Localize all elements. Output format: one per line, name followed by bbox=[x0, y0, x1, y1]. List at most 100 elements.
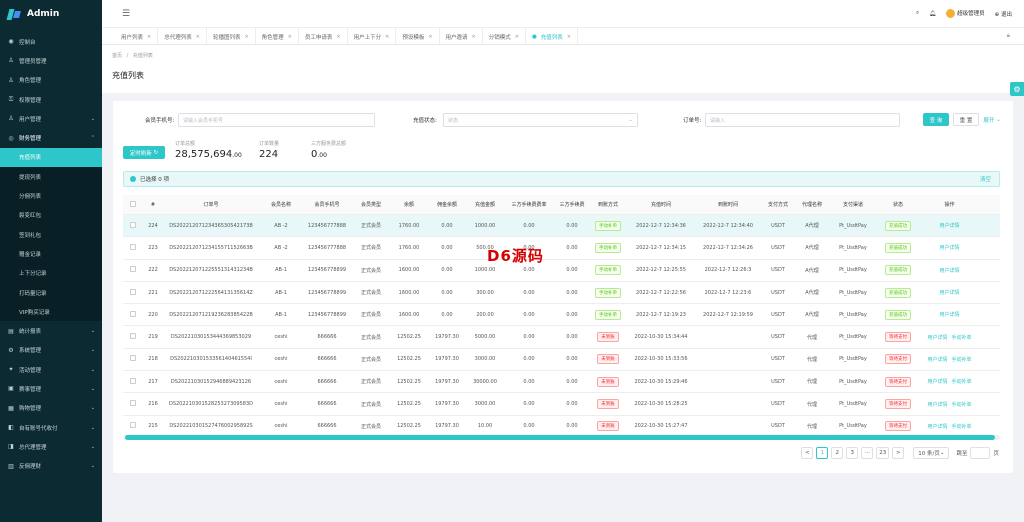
tab-6[interactable]: 预设模板 × bbox=[396, 28, 440, 45]
page-button[interactable]: 1 bbox=[816, 447, 829, 459]
phone-input[interactable]: 请输入会员手机号 bbox=[178, 113, 375, 127]
user-detail-link[interactable]: 用户详情 bbox=[927, 379, 947, 385]
close-icon[interactable]: × bbox=[567, 34, 571, 40]
breadcrumb-home[interactable]: 首页 bbox=[112, 53, 122, 59]
select-all-checkbox[interactable] bbox=[130, 200, 136, 207]
column-header[interactable] bbox=[123, 200, 143, 209]
settings-gear-icon[interactable]: ⚙ bbox=[1010, 82, 1024, 96]
sidebar-item[interactable]: 打码量记录 bbox=[0, 282, 102, 303]
page-button[interactable]: ··· bbox=[861, 447, 874, 459]
order-input[interactable]: 请输入 bbox=[705, 113, 900, 127]
user-detail-link[interactable]: 用户详情 bbox=[927, 357, 947, 363]
sidebar-item[interactable]: ◧ 自有账号代收付 ⌄ bbox=[0, 418, 102, 437]
sidebar-item[interactable]: ▥ 反佣理财 ⌄ bbox=[0, 457, 102, 476]
table-row[interactable]: 224 DS20221207123436530542173B AB -2 123456… bbox=[123, 215, 1000, 238]
user-detail-link[interactable]: 用户详情 bbox=[939, 312, 959, 318]
row-checkbox[interactable] bbox=[130, 288, 136, 295]
close-icon[interactable]: × bbox=[385, 34, 389, 40]
user-detail-link[interactable]: 用户详情 bbox=[939, 268, 959, 274]
close-icon[interactable]: × bbox=[244, 34, 248, 40]
row-checkbox[interactable] bbox=[130, 422, 136, 429]
sidebar-item[interactable]: ♙ 角色管理 bbox=[0, 71, 102, 90]
next-page-button[interactable]: > bbox=[892, 447, 905, 459]
user-detail-link[interactable]: 用户详情 bbox=[927, 335, 947, 341]
sidebar-item[interactable]: ◉ 控制台 bbox=[0, 32, 102, 51]
close-icon[interactable]: × bbox=[288, 34, 292, 40]
tab-0[interactable]: 用户列表 × bbox=[115, 28, 159, 45]
table-row[interactable]: 219 DS20221030153444369853029 ceshi 666666 正… bbox=[123, 326, 1000, 349]
table-row[interactable]: 218 DS20221030153356140461554I ceshi 666666… bbox=[123, 349, 1000, 372]
tab-8[interactable]: 分销模式 × bbox=[483, 28, 526, 45]
sidebar-item[interactable]: ♙ 用户管理 ⌄ bbox=[0, 109, 102, 128]
tab-5[interactable]: 用户上下分 × bbox=[348, 28, 397, 45]
row-checkbox[interactable] bbox=[130, 333, 136, 340]
sidebar-item[interactable]: ▣ 赛事管理 ⌄ bbox=[0, 379, 102, 398]
table-row[interactable]: 223 DS20221207123415571152663B AB -2 123456… bbox=[123, 237, 1000, 260]
page-button[interactable]: 23 bbox=[876, 447, 890, 459]
row-checkbox[interactable] bbox=[130, 221, 136, 228]
row-checkbox[interactable] bbox=[130, 243, 136, 250]
sidebar-item[interactable]: ⚙ 系统管理 ⌄ bbox=[0, 341, 102, 360]
jump-input[interactable] bbox=[970, 447, 991, 459]
sidebar-item[interactable]: 裂变红包 bbox=[0, 205, 102, 225]
sidebar-item[interactable]: ▤ 统计报表 ⌄ bbox=[0, 321, 102, 340]
sidebar-item[interactable]: ✦ 活动管理 ⌄ bbox=[0, 360, 102, 379]
page-size-select[interactable]: 10 条/页 ⌄ bbox=[913, 447, 950, 459]
manual-fix-link[interactable]: 手动补单 bbox=[952, 335, 972, 341]
user-menu[interactable]: 超级管理员 bbox=[946, 9, 985, 18]
sidebar-item[interactable]: 赠金记录 bbox=[0, 244, 102, 264]
prev-page-button[interactable]: < bbox=[801, 447, 814, 459]
lock-icon[interactable]: 🔒︎ bbox=[1007, 32, 1010, 40]
search-icon[interactable]: ⌕ bbox=[916, 10, 919, 17]
close-icon[interactable]: × bbox=[336, 34, 340, 40]
close-icon[interactable]: × bbox=[472, 34, 476, 40]
tab-2[interactable]: 轮播图列表 × bbox=[207, 28, 256, 45]
sidebar-item[interactable]: ⚿ 权限管理 bbox=[0, 90, 102, 109]
sidebar-item[interactable]: ◎ 财务管理 ⌃ bbox=[0, 128, 102, 147]
user-detail-link[interactable]: 用户详情 bbox=[927, 424, 947, 430]
bell-icon[interactable]: 🔔︎ bbox=[929, 11, 936, 17]
table-row[interactable]: 220 DS20221207121923628385422B AB-1 1234567… bbox=[123, 304, 1000, 327]
table-row[interactable]: 222 DS20221207122555131431234B AB-1 1234567… bbox=[123, 260, 1000, 282]
menu-toggle-icon[interactable]: ☰ bbox=[122, 9, 130, 19]
manual-fix-link[interactable]: 手动补单 bbox=[952, 424, 972, 430]
manual-fix-link[interactable]: 手动补单 bbox=[952, 402, 972, 408]
sidebar-item[interactable]: ◨ 总代理管理 ⌄ bbox=[0, 437, 102, 456]
page-button[interactable]: 2 bbox=[831, 447, 844, 459]
tab-3[interactable]: 角色管理 × bbox=[256, 28, 299, 45]
close-icon[interactable]: × bbox=[147, 34, 151, 40]
logo[interactable]: Admin bbox=[0, 0, 102, 28]
row-checkbox[interactable] bbox=[130, 266, 136, 273]
logout-button[interactable]: ⊕ 退出 bbox=[995, 10, 1012, 18]
page-button[interactable]: 3 bbox=[846, 447, 859, 459]
tab-1[interactable]: 总代理列表 × bbox=[158, 28, 207, 45]
tab-4[interactable]: 员工申请表 × bbox=[299, 28, 348, 45]
horizontal-scrollbar[interactable] bbox=[123, 435, 1000, 440]
sidebar-item[interactable]: ♙ 管理员管理 bbox=[0, 51, 102, 70]
sidebar-item[interactable]: 充值列表 bbox=[0, 147, 102, 168]
table-row[interactable]: 221 DS20221207122256413135614Z AB-1 1234567… bbox=[123, 282, 1000, 305]
user-detail-link[interactable]: 用户详情 bbox=[939, 223, 959, 229]
user-detail-link[interactable]: 用户详情 bbox=[927, 402, 947, 408]
expand-toggle[interactable]: 展开 ⌄ bbox=[981, 113, 1003, 126]
sidebar-item[interactable]: 上下分记录 bbox=[0, 263, 102, 283]
sidebar-item[interactable]: 分佣列表 bbox=[0, 186, 102, 206]
tab-9[interactable]: ● 充值列表 × bbox=[526, 28, 578, 45]
auto-refresh-button[interactable]: 定时刷新 ↻ bbox=[123, 146, 165, 159]
sidebar-item[interactable]: 提现列表 bbox=[0, 167, 102, 187]
row-checkbox[interactable] bbox=[130, 310, 136, 317]
manual-fix-link[interactable]: 手动补单 bbox=[952, 379, 972, 385]
sidebar-item[interactable]: ▦ 购物管理 ⌄ bbox=[0, 399, 102, 418]
search-button[interactable]: 查 询 bbox=[923, 113, 949, 126]
user-detail-link[interactable]: 用户详情 bbox=[939, 290, 959, 296]
close-icon[interactable]: × bbox=[428, 34, 432, 40]
manual-fix-link[interactable]: 手动补单 bbox=[952, 357, 972, 363]
row-checkbox[interactable] bbox=[130, 377, 136, 384]
close-icon[interactable]: × bbox=[196, 34, 200, 40]
sidebar-item[interactable]: VIP购买记录 bbox=[0, 302, 102, 322]
row-checkbox[interactable] bbox=[130, 355, 136, 362]
clear-selection-link[interactable]: 清空 bbox=[980, 175, 991, 183]
reset-button[interactable]: 重 置 bbox=[953, 113, 979, 126]
table-row[interactable]: 216 DS20221030152825327309583D ceshi 666666… bbox=[123, 393, 1000, 416]
tab-7[interactable]: 用户邀请 × bbox=[440, 28, 483, 45]
